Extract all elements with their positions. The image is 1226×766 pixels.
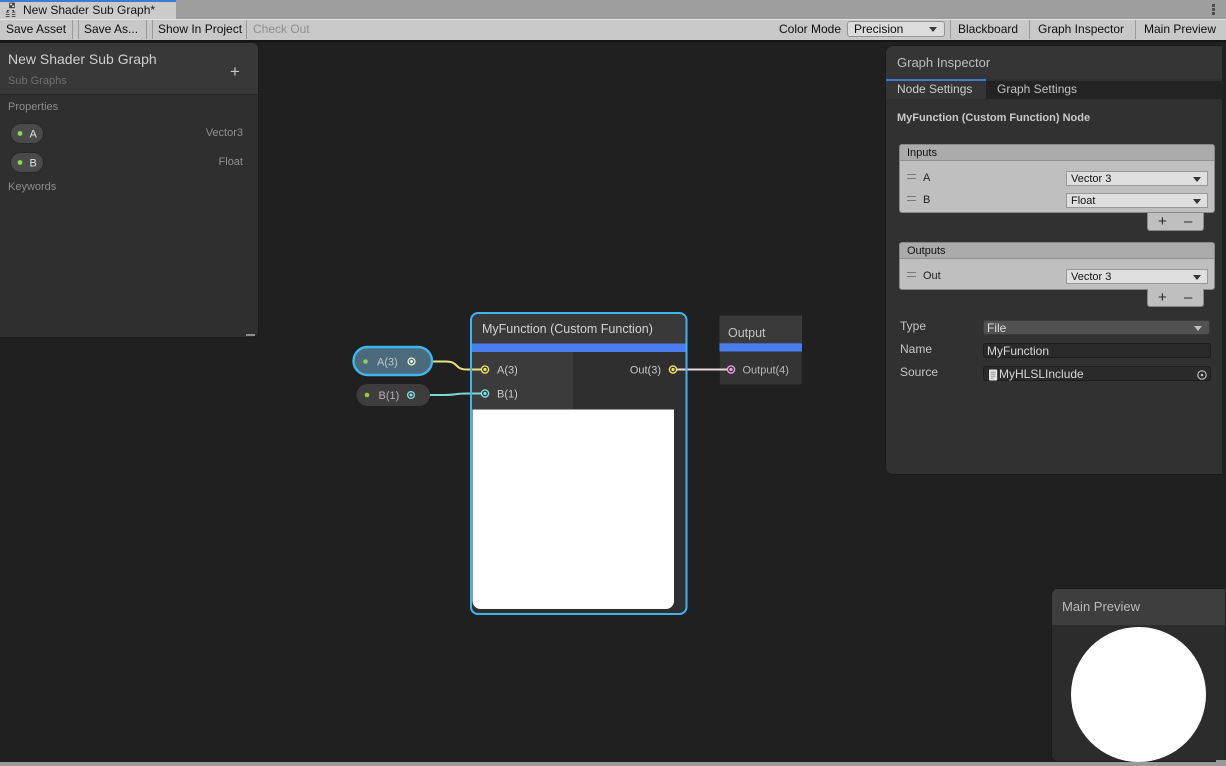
svg-text:A: A <box>30 129 38 141</box>
svg-text:Output(4): Output(4) <box>743 365 789 377</box>
svg-text:Output: Output <box>728 326 766 340</box>
svg-text:MyFunction (Custom Function): MyFunction (Custom Function) <box>482 322 653 336</box>
svg-text:A(3): A(3) <box>377 357 398 369</box>
svg-text:A(3): A(3) <box>497 365 518 377</box>
svg-text:B: B <box>30 158 37 170</box>
svg-text:Out(3): Out(3) <box>630 365 661 377</box>
svg-text:B(1): B(1) <box>497 389 518 401</box>
svg-text:B(1): B(1) <box>379 390 400 402</box>
